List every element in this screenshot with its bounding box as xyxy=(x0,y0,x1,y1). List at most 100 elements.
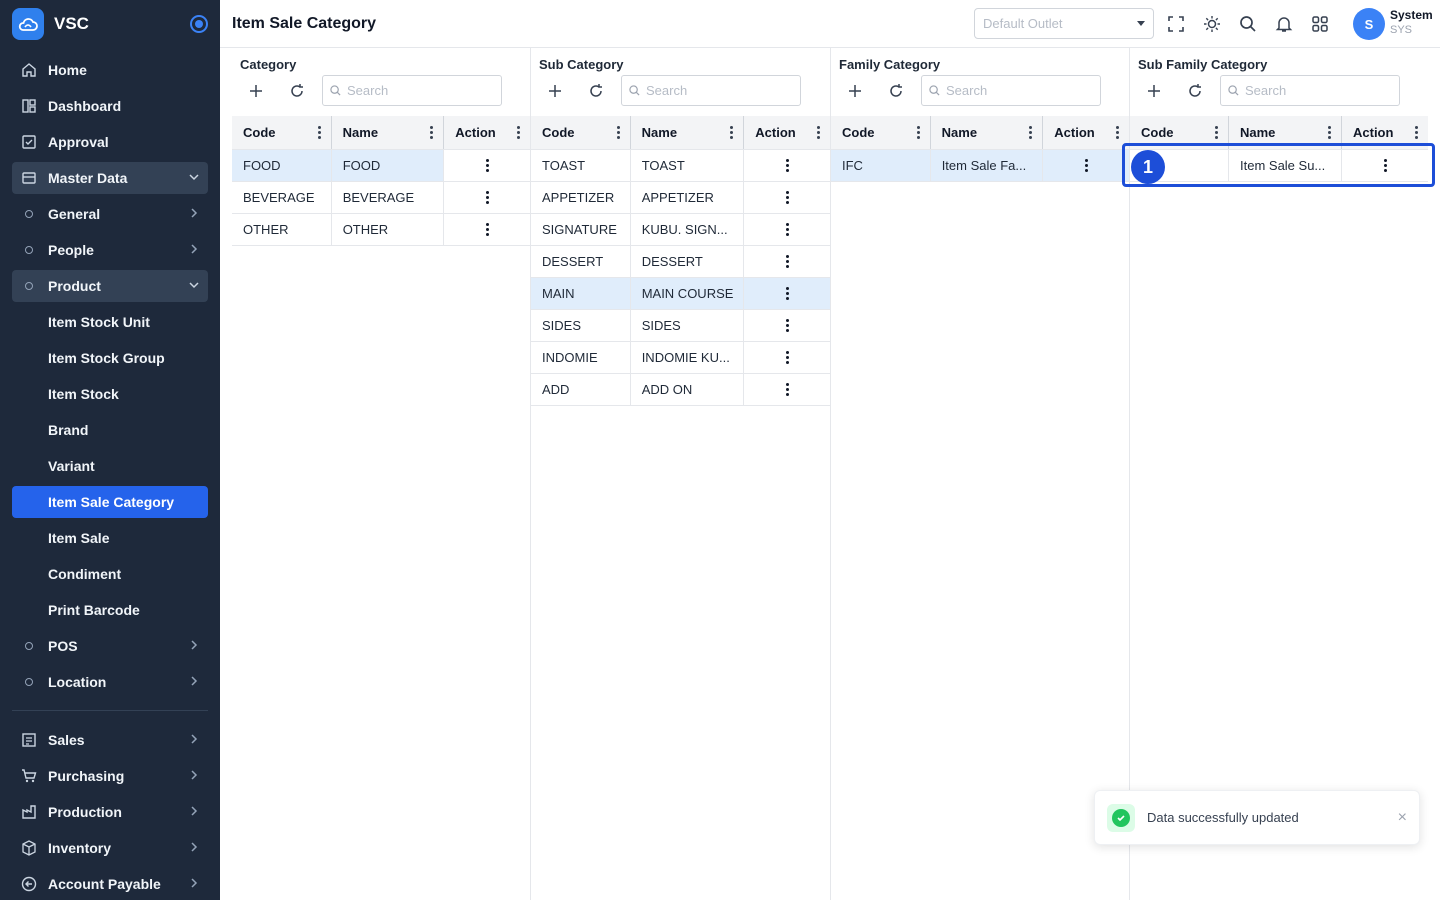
sidebar-item-approval[interactable]: Approval xyxy=(12,126,208,158)
add-icon[interactable] xyxy=(844,80,866,102)
sidebar-item-pos[interactable]: POS xyxy=(12,630,208,662)
more-vertical-icon[interactable] xyxy=(785,255,789,268)
sidebar-item-label: Approval xyxy=(48,134,109,150)
apps-grid-icon[interactable] xyxy=(1309,13,1331,35)
column-header-name[interactable]: Name xyxy=(631,116,745,149)
refresh-icon[interactable] xyxy=(885,80,907,102)
column-menu-icon[interactable] xyxy=(817,126,820,139)
column-header-code[interactable]: Code xyxy=(232,116,332,149)
table-row[interactable]: BEVERAGE BEVERAGE xyxy=(232,182,530,214)
table-row[interactable]: ADD ADD ON xyxy=(531,374,830,406)
sidebar-item-item-stock-group[interactable]: Item Stock Group xyxy=(12,342,208,374)
column-menu-icon[interactable] xyxy=(1116,126,1120,139)
more-vertical-icon[interactable] xyxy=(785,223,789,236)
more-vertical-icon[interactable] xyxy=(785,159,789,172)
column-menu-icon[interactable] xyxy=(1215,126,1218,139)
column-menu-icon[interactable] xyxy=(916,126,920,139)
sun-icon[interactable] xyxy=(1201,13,1223,35)
column-menu-icon[interactable] xyxy=(1029,126,1033,139)
column-menu-icon[interactable] xyxy=(616,126,620,139)
more-vertical-icon[interactable] xyxy=(485,159,489,172)
table-row[interactable]: TOAST TOAST xyxy=(531,150,830,182)
column-header-action[interactable]: Action xyxy=(1043,116,1129,149)
sidebar-item-item-stock[interactable]: Item Stock xyxy=(12,378,208,410)
table-row[interactable]: SIDES SIDES xyxy=(531,310,830,342)
column-header-action[interactable]: Action xyxy=(444,116,530,149)
column-menu-icon[interactable] xyxy=(730,126,734,139)
more-vertical-icon[interactable] xyxy=(785,351,789,364)
circle-bullet-icon xyxy=(20,277,38,295)
add-icon[interactable] xyxy=(245,80,267,102)
sidebar-item-item-stock-unit[interactable]: Item Stock Unit xyxy=(12,306,208,338)
sidebar-item-location[interactable]: Location xyxy=(12,666,208,698)
search-box[interactable] xyxy=(1220,75,1400,106)
search-input[interactable] xyxy=(646,83,786,98)
sidebar-item-condiment[interactable]: Condiment xyxy=(12,558,208,590)
sidebar-item-product[interactable]: Product xyxy=(12,270,208,302)
column-menu-icon[interactable] xyxy=(430,126,434,139)
column-menu-icon[interactable] xyxy=(517,126,521,139)
sidebar-item-master-data[interactable]: Master Data xyxy=(12,162,208,194)
sidebar-toggle-icon[interactable] xyxy=(190,15,208,33)
avatar[interactable]: S xyxy=(1353,8,1385,40)
column-menu-icon[interactable] xyxy=(1328,126,1331,139)
table-row[interactable]: INDOMIE INDOMIE KU... xyxy=(531,342,830,374)
search-input[interactable] xyxy=(1245,83,1385,98)
sidebar-item-item-sale-category[interactable]: Item Sale Category xyxy=(12,486,208,518)
more-vertical-icon[interactable] xyxy=(485,223,489,236)
table-row[interactable]: IFC Item Sale Fa... xyxy=(831,150,1129,182)
sidebar-item-item-sale[interactable]: Item Sale xyxy=(12,522,208,554)
more-vertical-icon[interactable] xyxy=(485,191,489,204)
fullscreen-icon[interactable] xyxy=(1165,13,1187,35)
column-header-name[interactable]: Name xyxy=(332,116,445,149)
column-header-name[interactable]: Name xyxy=(931,116,1044,149)
add-icon[interactable] xyxy=(544,80,566,102)
column-header-code[interactable]: Code xyxy=(831,116,931,149)
table-row[interactable]: OTHER OTHER xyxy=(232,214,530,246)
sidebar-item-people[interactable]: People xyxy=(12,234,208,266)
search-input[interactable] xyxy=(946,83,1086,98)
more-vertical-icon[interactable] xyxy=(1084,159,1088,172)
more-vertical-icon[interactable] xyxy=(785,383,789,396)
refresh-icon[interactable] xyxy=(585,80,607,102)
more-vertical-icon[interactable] xyxy=(785,191,789,204)
highlight-box xyxy=(1122,143,1435,187)
search-input[interactable] xyxy=(347,83,487,98)
search-box[interactable] xyxy=(921,75,1101,106)
table-row[interactable]: MAIN MAIN COURSE xyxy=(531,278,830,310)
column-header-code[interactable]: Code xyxy=(531,116,631,149)
outlet-select[interactable]: Default Outlet xyxy=(974,8,1154,39)
table-row[interactable]: SIGNATURE KUBU. SIGN... xyxy=(531,214,830,246)
close-icon[interactable]: × xyxy=(1398,809,1407,827)
column-header-action[interactable]: Action xyxy=(744,116,830,149)
sidebar-item-purchasing[interactable]: Purchasing xyxy=(12,760,208,792)
bell-icon[interactable] xyxy=(1273,13,1295,35)
column-menu-icon[interactable] xyxy=(317,126,321,139)
sidebar-item-general[interactable]: General xyxy=(12,198,208,230)
refresh-icon[interactable] xyxy=(286,80,308,102)
sidebar-item-label: Home xyxy=(48,62,87,78)
more-vertical-icon[interactable] xyxy=(785,319,789,332)
refresh-icon[interactable] xyxy=(1184,80,1206,102)
sidebar-item-home[interactable]: Home xyxy=(12,54,208,86)
table-row[interactable]: DESSERT DESSERT xyxy=(531,246,830,278)
sidebar-item-brand[interactable]: Brand xyxy=(12,414,208,446)
dashboard-icon xyxy=(20,97,38,115)
sidebar-item-sales[interactable]: Sales xyxy=(12,724,208,756)
search-box[interactable] xyxy=(621,75,801,106)
sidebar-item-variant[interactable]: Variant xyxy=(12,450,208,482)
search-box[interactable] xyxy=(322,75,502,106)
sidebar-item-account-payable[interactable]: Account Payable xyxy=(12,868,208,900)
sidebar-item-dashboard[interactable]: Dashboard xyxy=(12,90,208,122)
sidebar-item-print-barcode[interactable]: Print Barcode xyxy=(12,594,208,626)
sidebar-item-label: Account Payable xyxy=(48,876,161,892)
sidebar-item-inventory[interactable]: Inventory xyxy=(12,832,208,864)
table-row[interactable]: FOOD FOOD xyxy=(232,150,530,182)
add-icon[interactable] xyxy=(1143,80,1165,102)
chevron-right-icon xyxy=(188,674,200,690)
more-vertical-icon[interactable] xyxy=(785,287,789,300)
search-icon[interactable] xyxy=(1237,13,1259,35)
table-row[interactable]: APPETIZER APPETIZER xyxy=(531,182,830,214)
sidebar-item-production[interactable]: Production xyxy=(12,796,208,828)
column-menu-icon[interactable] xyxy=(1415,126,1418,139)
